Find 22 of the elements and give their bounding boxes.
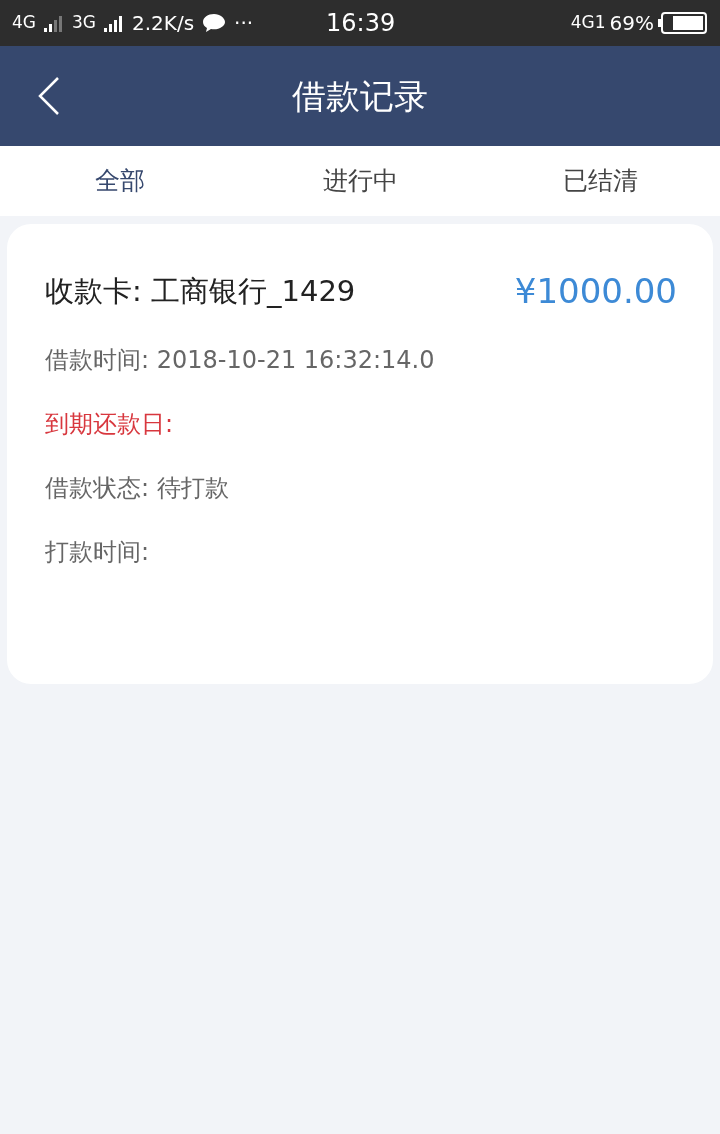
signal-icon: [44, 14, 64, 32]
tab[interactable]: 进行中: [240, 146, 480, 216]
clock: 16:39: [326, 8, 396, 39]
battery-percent: 69%: [609, 10, 654, 37]
network-label: 4G1: [570, 11, 606, 35]
tab[interactable]: 已结清: [480, 146, 720, 216]
page-title: 借款记录: [292, 74, 428, 118]
chat-bubble-icon: [202, 13, 227, 33]
loan-amount: ¥1000.00: [514, 270, 677, 313]
network-label: 3G: [72, 11, 96, 35]
tab[interactable]: 全部: [0, 146, 240, 216]
record-detail: 到期还款日:: [45, 409, 175, 440]
network-speed: 2.2K/s: [132, 10, 195, 37]
battery-icon: [658, 12, 708, 34]
record-detail: 借款时间: 2018-10-21 16:32:14.0: [45, 345, 436, 376]
signal-icon: [104, 14, 124, 32]
record-detail: 借款状态: 待打款: [45, 473, 230, 504]
more-notifications: ···: [234, 10, 254, 37]
network-label: 4G: [12, 11, 36, 35]
receiving-card-label: 收款卡: 工商银行_1429: [45, 272, 356, 310]
record-detail: 打款时间:: [45, 537, 151, 568]
back-icon: [36, 76, 60, 116]
